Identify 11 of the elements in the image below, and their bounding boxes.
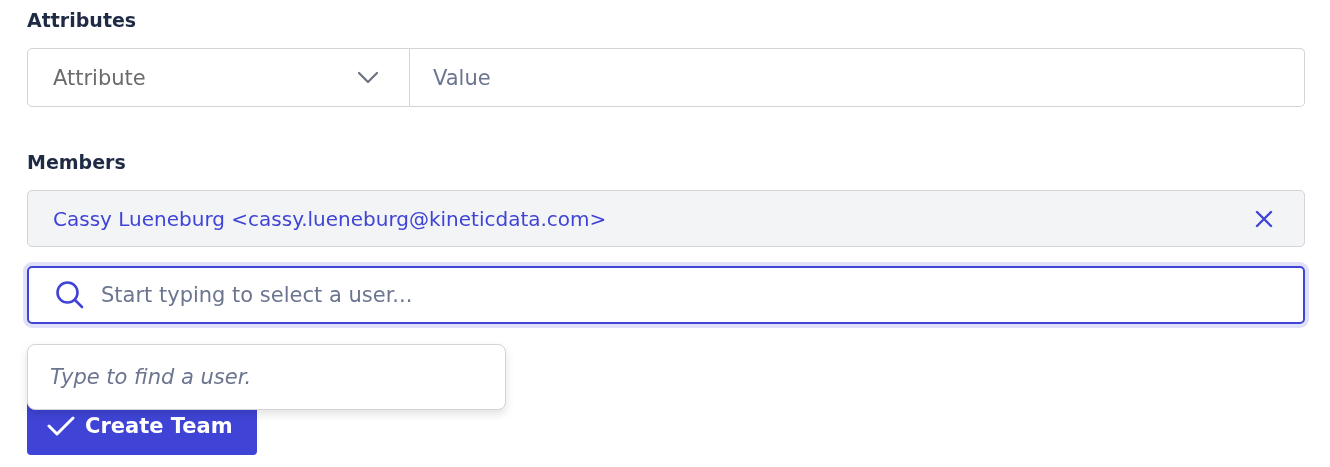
search-input[interactable]: Start typing to select a user... [99,282,1283,308]
check-icon [47,415,75,437]
chevron-down-icon [357,70,379,85]
section-label: Attributes [27,8,138,33]
empty-message: Type to find a user. [50,365,252,389]
search-icon [55,280,85,310]
member-name: Cassy Lueneburg <cassy.lueneburg@kineticdata.com> [53,206,607,231]
section-label: Members [27,150,127,175]
attribute-select[interactable]: Attribute [27,48,410,107]
value-field[interactable]: Value [410,48,1305,107]
close-icon[interactable] [1254,208,1274,229]
